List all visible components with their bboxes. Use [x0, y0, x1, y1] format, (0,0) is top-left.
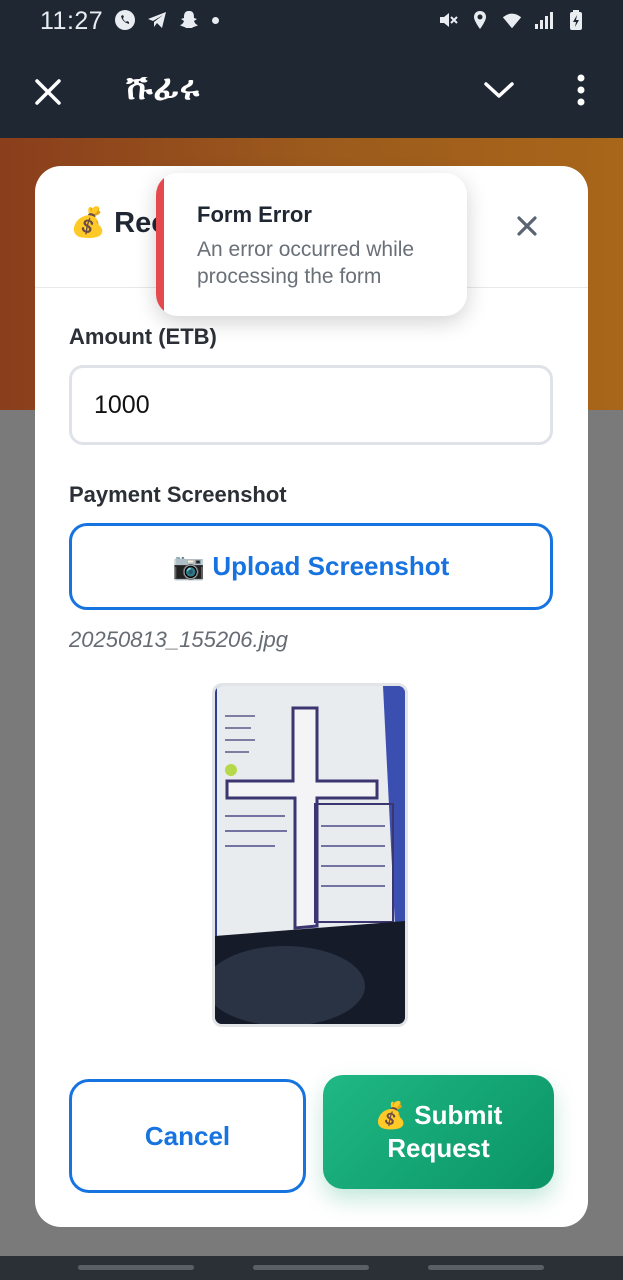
- mute-icon: [437, 9, 459, 31]
- location-icon: [469, 9, 491, 31]
- nav-pill: [78, 1265, 194, 1270]
- system-nav-bar: [0, 1256, 623, 1280]
- payment-screenshot-label: Payment Screenshot: [69, 482, 287, 507]
- withdraw-request-modal: 💰 Rec Amount (ETB) Payment Screenshot 📷 …: [35, 166, 588, 1227]
- cell-signal-icon: [533, 9, 555, 31]
- toast-title: Form Error: [197, 202, 312, 227]
- battery-icon: [565, 9, 587, 31]
- selected-filename: 20250813_155206.jpg: [69, 627, 289, 652]
- modal-title: 💰 Rec: [70, 207, 168, 239]
- toast-message: An error occurred while processing the f…: [197, 238, 415, 288]
- amount-input[interactable]: [69, 365, 553, 445]
- whatsapp-icon: [114, 9, 136, 31]
- wifi-icon: [501, 9, 523, 31]
- close-icon[interactable]: [32, 76, 64, 108]
- submit-request-button[interactable]: 💰 Submit Request: [323, 1075, 554, 1189]
- status-time: 11:27: [40, 7, 104, 35]
- amount-label: Amount (ETB): [69, 324, 217, 349]
- nav-pill: [253, 1265, 369, 1270]
- cancel-button[interactable]: Cancel: [69, 1079, 306, 1193]
- screenshot-preview: [212, 683, 408, 1027]
- more-vert-icon[interactable]: [570, 72, 592, 108]
- telegram-icon: [146, 9, 168, 31]
- screenshot-preview-image: [215, 686, 405, 1024]
- close-icon[interactable]: [514, 213, 540, 239]
- upload-screenshot-button[interactable]: 📷 Upload Screenshot: [69, 523, 553, 610]
- status-bar: 11:27: [0, 0, 623, 44]
- app-title: ሹፊሩ: [126, 68, 201, 108]
- nav-pill: [428, 1265, 544, 1270]
- snapchat-icon: [178, 9, 200, 31]
- chevron-down-icon[interactable]: [482, 78, 516, 102]
- toast-accent: [156, 173, 164, 316]
- system-icons: [437, 9, 587, 31]
- notification-icons: [114, 9, 219, 31]
- error-toast: Form Error An error occurred while proce…: [156, 173, 467, 316]
- dot-indicator: [212, 16, 219, 24]
- app-bar: ሹፊሩ: [0, 44, 623, 138]
